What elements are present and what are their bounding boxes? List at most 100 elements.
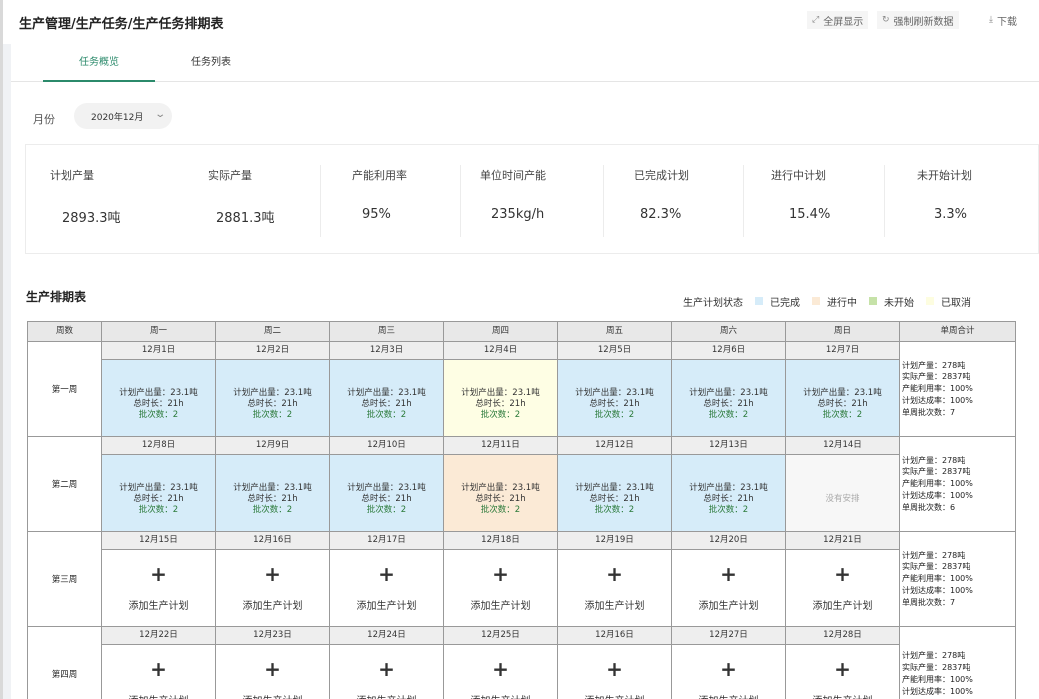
add-plan-cell[interactable]: + 添加生产计划 (557, 549, 672, 627)
plan-batches: 批次数：2 (708, 505, 749, 515)
add-plan-label: 添加生产计划 (444, 692, 557, 699)
plan-cell[interactable]: 计划产出量：23.1吨 总时长：21h 批次数：2 (215, 454, 330, 532)
plan-cell[interactable]: 计划产出量：23.1吨 总时长：21h 批次数：2 (101, 359, 216, 437)
plan-batches: 批次数：2 (138, 505, 179, 515)
column-header: 周一 (101, 321, 216, 342)
add-plan-cell[interactable]: + 添加生产计划 (329, 644, 444, 699)
plus-icon: + (606, 657, 623, 681)
download-button[interactable]: ⤓ 下载 (984, 11, 1022, 29)
plus-icon: + (720, 562, 737, 586)
month-select[interactable]: 2020年12月 ⌄ (74, 103, 172, 129)
summary-line: 计划达成率：100% (902, 686, 973, 696)
fullscreen-button[interactable]: ⤢ 全屏显示 (807, 11, 869, 29)
add-plan-cell[interactable]: + 添加生产计划 (215, 644, 330, 699)
refresh-button[interactable]: ↻ 强制刷新数据 (877, 11, 959, 29)
plan-batches: 批次数：2 (594, 505, 635, 515)
day-date: 12月12日 (557, 436, 672, 455)
add-plan-label: 添加生产计划 (786, 692, 899, 699)
column-header: 周二 (215, 321, 330, 342)
week-summary: 计划产量：278吨 实际产量：2837吨 产能利用率：100% 计划达成率：100% 单… (899, 531, 1016, 627)
plan-cell[interactable]: 计划产出量：23.1吨 总时长：21h 批次数：2 (557, 454, 672, 532)
chevron-down-icon: ⌄ (153, 109, 166, 120)
refresh-label: 强制刷新数据 (893, 16, 954, 28)
add-plan-label: 添加生产计划 (812, 601, 873, 612)
add-plan-cell[interactable]: + 添加生产计划 (557, 644, 672, 699)
day-date: 12月16日 (215, 531, 330, 550)
stat-value: 2893.3吨 (62, 211, 121, 226)
plus-icon: + (492, 657, 509, 681)
add-plan-cell[interactable]: + 添加生产计划 (329, 549, 444, 627)
plan-cell[interactable]: 计划产出量：23.1吨 总时长：21h 批次数：2 (671, 454, 786, 532)
plan-cell[interactable]: 计划产出量：23.1吨 总时长：21h 批次数：2 (557, 359, 672, 437)
summary-line: 计划达成率：100% (902, 395, 973, 405)
refresh-icon: ↻ (882, 15, 890, 25)
column-header: 周三 (329, 321, 444, 342)
plus-icon: + (264, 657, 281, 681)
legend-swatch (755, 297, 763, 305)
legend-item-notstarted: 未开始 (869, 294, 914, 309)
stat-plan-output: 计划产量 2893.3吨 (26, 145, 182, 255)
plus-icon: + (150, 562, 167, 586)
day-date: 12月21日 (785, 531, 900, 550)
plan-cell[interactable]: 计划产出量：23.1吨 总时长：21h 批次数：2 (329, 454, 444, 532)
plan-batches: 批次数：2 (594, 410, 635, 420)
add-plan-cell[interactable]: + 添加生产计划 (101, 549, 216, 627)
download-icon: ⤓ (989, 15, 993, 25)
week-label: 第三周 (27, 531, 102, 627)
summary-line: 产能利用率：100% (902, 479, 973, 489)
column-header: 周数 (27, 321, 102, 342)
add-plan-cell[interactable]: + 添加生产计划 (215, 549, 330, 627)
plan-cell[interactable]: 计划产出量：23.1吨 总时长：21h 批次数：2 (101, 454, 216, 532)
stat-label: 实际产量 (208, 169, 252, 182)
legend-label: 未开始 (884, 297, 914, 309)
add-plan-label: 添加生产计划 (216, 692, 329, 699)
day-date: 12月18日 (443, 531, 558, 550)
divider (320, 165, 321, 237)
plus-icon: + (834, 562, 851, 586)
tab-overview[interactable]: 任务概览 (43, 44, 155, 82)
plan-cell[interactable]: 计划产出量：23.1吨 总时长：21h 批次数：2 (785, 359, 900, 437)
summary-line: 单周批次数：7 (902, 407, 956, 417)
day-date: 12月15日 (101, 531, 216, 550)
add-plan-cell[interactable]: + 添加生产计划 (671, 549, 786, 627)
day-date: 12月24日 (329, 626, 444, 645)
day-date: 12月2日 (215, 341, 330, 360)
day-date: 12月28日 (785, 626, 900, 645)
plan-cell[interactable]: 计划产出量：23.1吨 总时长：21h 批次数：2 (443, 454, 558, 532)
stat-label: 计划产量 (50, 169, 94, 182)
stat-value: 82.3% (640, 207, 682, 222)
add-plan-label: 添加生产计划 (672, 692, 785, 699)
plus-icon: + (834, 657, 851, 681)
add-plan-cell[interactable]: + 添加生产计划 (443, 549, 558, 627)
plan-cell[interactable]: 计划产出量：23.1吨 总时长：21h 批次数：2 (329, 359, 444, 437)
plan-cell[interactable]: 计划产出量：23.1吨 总时长：21h 批次数：2 (443, 359, 558, 437)
legend-item-done: 已完成 (755, 294, 800, 309)
summary-line: 单周批次数：7 (902, 597, 956, 607)
add-plan-label: 添加生产计划 (102, 692, 215, 699)
plus-icon: + (150, 657, 167, 681)
summary-line: 计划产量：278吨 (902, 550, 966, 560)
add-plan-cell[interactable]: + 添加生产计划 (785, 549, 900, 627)
add-plan-cell[interactable]: + 添加生产计划 (785, 644, 900, 699)
legend-swatch (926, 297, 934, 305)
day-date: 12月3日 (329, 341, 444, 360)
plus-icon: + (378, 657, 395, 681)
stat-value: 2881.3吨 (216, 211, 275, 226)
divider (603, 165, 604, 237)
plan-cell[interactable]: 计划产出量：23.1吨 总时长：21h 批次数：2 (671, 359, 786, 437)
add-plan-cell[interactable]: + 添加生产计划 (671, 644, 786, 699)
add-plan-cell[interactable]: + 添加生产计划 (443, 644, 558, 699)
stats-card: 计划产量 2893.3吨 实际产量 2881.3吨 产能利用率 95% 单位时间… (25, 144, 1039, 254)
tab-bar: 任务概览 任务列表 (11, 44, 1039, 82)
add-plan-cell[interactable]: + 添加生产计划 (101, 644, 216, 699)
plus-icon: + (720, 657, 737, 681)
plan-batches: 批次数：2 (138, 410, 179, 420)
plan-batches: 批次数：2 (480, 505, 521, 515)
plan-cell[interactable]: 计划产出量：23.1吨 总时长：21h 批次数：2 (215, 359, 330, 437)
day-date: 12月16日 (557, 626, 672, 645)
plan-batches: 批次数：2 (252, 505, 293, 515)
legend-swatch (812, 297, 820, 305)
legend-item-progress: 进行中 (812, 294, 857, 309)
stat-in-progress-plan: 进行中计划 15.4% (743, 145, 884, 255)
tab-task-list[interactable]: 任务列表 (155, 44, 267, 82)
